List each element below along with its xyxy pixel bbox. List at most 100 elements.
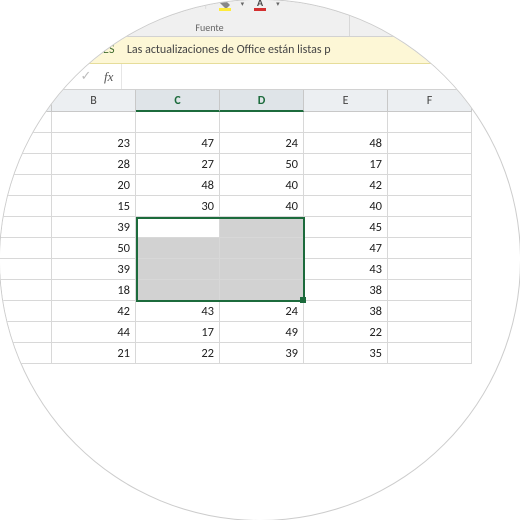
bold-button[interactable]: N xyxy=(78,0,98,14)
formula-input[interactable] xyxy=(122,64,520,89)
cell[interactable] xyxy=(388,154,472,175)
cell[interactable] xyxy=(0,196,52,217)
cell[interactable] xyxy=(220,238,304,259)
cell[interactable]: 22 xyxy=(304,322,388,343)
italic-button[interactable]: K xyxy=(104,0,124,14)
fill-color-button[interactable] xyxy=(215,0,235,14)
cell[interactable]: 22 xyxy=(136,343,220,364)
cell[interactable]: 23 xyxy=(52,133,136,154)
cell[interactable] xyxy=(136,112,220,133)
cell[interactable]: 49 xyxy=(220,322,304,343)
cell[interactable]: 38 xyxy=(304,280,388,301)
cell[interactable]: 40 xyxy=(220,196,304,217)
align-right-button[interactable] xyxy=(410,0,430,14)
cell[interactable] xyxy=(0,259,52,280)
cell[interactable]: 30 xyxy=(136,196,220,217)
cell[interactable] xyxy=(136,217,220,238)
cell[interactable] xyxy=(388,301,472,322)
cell[interactable]: 39 xyxy=(52,259,136,280)
cell[interactable] xyxy=(388,280,472,301)
cell[interactable] xyxy=(136,259,220,280)
align-left-button[interactable] xyxy=(358,0,378,14)
cell[interactable] xyxy=(388,196,472,217)
cell[interactable] xyxy=(388,112,472,133)
cell[interactable]: 48 xyxy=(304,133,388,154)
spreadsheet-grid[interactable]: ABCDEF1223472448328275017420484042515304… xyxy=(0,90,520,364)
cell[interactable] xyxy=(304,112,388,133)
cell[interactable]: 24 xyxy=(220,133,304,154)
cell[interactable] xyxy=(0,343,52,364)
cell[interactable] xyxy=(0,133,52,154)
cell[interactable] xyxy=(388,322,472,343)
cell[interactable] xyxy=(0,301,52,322)
name-box[interactable]: C6 xyxy=(0,64,40,89)
cell[interactable] xyxy=(0,217,52,238)
cell[interactable]: 24 xyxy=(220,301,304,322)
svg-text:A: A xyxy=(257,0,264,9)
ribbon-group-clipboard: Copiar formato ortapapeles xyxy=(0,0,70,36)
font-color-button[interactable]: A xyxy=(250,0,270,14)
underline-button[interactable]: S▾ xyxy=(130,0,150,14)
ribbon: Copiar formato ortapapeles Calibri 11 xyxy=(0,0,520,37)
accept-formula-button[interactable]: ✓ xyxy=(76,67,96,87)
cell[interactable]: 50 xyxy=(220,154,304,175)
cell[interactable]: 15 xyxy=(52,196,136,217)
align-center-button[interactable] xyxy=(384,0,404,14)
cell[interactable]: 21 xyxy=(52,343,136,364)
cell[interactable]: 39 xyxy=(220,343,304,364)
column-header[interactable]: C xyxy=(136,90,220,112)
cell[interactable]: 45 xyxy=(304,217,388,238)
column-header[interactable]: F xyxy=(388,90,472,112)
cell[interactable] xyxy=(388,343,472,364)
cell[interactable] xyxy=(136,280,220,301)
cell[interactable] xyxy=(220,217,304,238)
cell[interactable]: 47 xyxy=(304,238,388,259)
cell[interactable]: 38 xyxy=(304,301,388,322)
cell[interactable] xyxy=(220,280,304,301)
cell[interactable]: 44 xyxy=(52,322,136,343)
cell[interactable] xyxy=(388,238,472,259)
column-header[interactable]: D xyxy=(220,90,304,112)
cell[interactable]: 42 xyxy=(52,301,136,322)
update-notification-bar[interactable]: ACTUALIZACIONES DISPONIBLES Las actualiz… xyxy=(0,37,520,64)
borders-button[interactable] xyxy=(168,0,188,14)
cell[interactable] xyxy=(0,238,52,259)
cell[interactable]: 17 xyxy=(304,154,388,175)
cell[interactable] xyxy=(388,133,472,154)
cell[interactable] xyxy=(0,280,52,301)
cell[interactable]: 48 xyxy=(136,175,220,196)
cell[interactable]: 47 xyxy=(136,133,220,154)
cell[interactable] xyxy=(0,175,52,196)
cancel-formula-button[interactable]: ✕ xyxy=(48,67,68,87)
cell[interactable] xyxy=(220,112,304,133)
cell[interactable]: 43 xyxy=(304,259,388,280)
cell[interactable] xyxy=(0,322,52,343)
cell[interactable]: 18 xyxy=(52,280,136,301)
cell[interactable] xyxy=(388,217,472,238)
cell[interactable] xyxy=(136,238,220,259)
column-header[interactable]: B xyxy=(52,90,136,112)
column-header[interactable]: A xyxy=(0,90,52,112)
cell[interactable] xyxy=(388,175,472,196)
cell[interactable]: 20 xyxy=(52,175,136,196)
cell[interactable] xyxy=(220,259,304,280)
cell[interactable]: 43 xyxy=(136,301,220,322)
cell[interactable] xyxy=(52,112,136,133)
clipboard-group-label: ortapapeles xyxy=(0,17,61,34)
cell[interactable]: 42 xyxy=(304,175,388,196)
cell[interactable]: 50 xyxy=(52,238,136,259)
ribbon-group-alignment xyxy=(350,0,438,36)
cell[interactable]: 40 xyxy=(304,196,388,217)
cell[interactable]: 40 xyxy=(220,175,304,196)
column-header[interactable]: E xyxy=(304,90,388,112)
ribbon-group-font: Calibri 11 A▴ A▾ N K xyxy=(70,0,350,36)
cell[interactable]: 17 xyxy=(136,322,220,343)
cell[interactable]: 28 xyxy=(52,154,136,175)
cell[interactable] xyxy=(388,259,472,280)
cell[interactable] xyxy=(0,112,52,133)
fx-icon[interactable]: fx xyxy=(104,69,113,85)
cell[interactable]: 35 xyxy=(304,343,388,364)
cell[interactable] xyxy=(0,154,52,175)
cell[interactable]: 27 xyxy=(136,154,220,175)
cell[interactable]: 39 xyxy=(52,217,136,238)
